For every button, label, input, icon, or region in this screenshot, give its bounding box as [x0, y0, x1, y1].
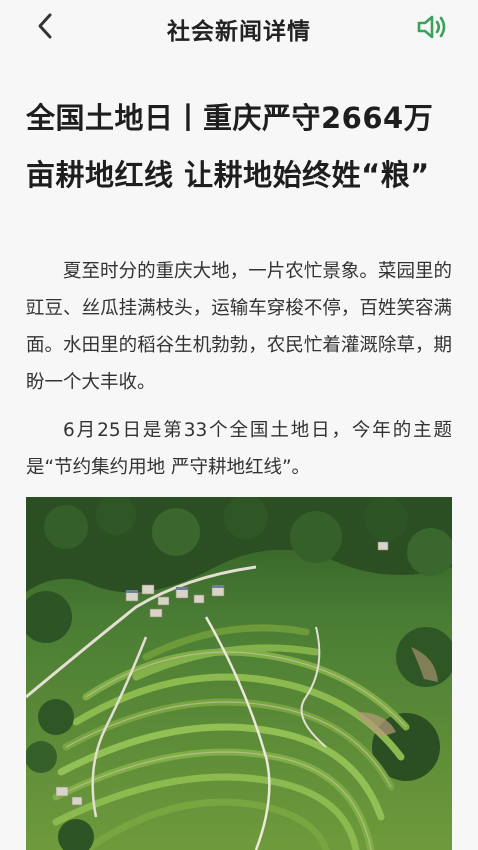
article-paragraph: 夏至时分的重庆大地，一片农忙景象。菜园里的豇豆、丝瓜挂满枝头，运输车穿梭不停，百… — [26, 261, 452, 393]
article-headline: 全国土地日丨重庆严守2664万亩耕地红线 让耕地始终姓“粮” — [26, 101, 434, 192]
article-paragraph: 6月25日是第33个全国土地日，今年的主题是“节约集约用地 严守耕地红线”。 — [26, 420, 452, 478]
speaker-icon — [417, 15, 446, 39]
terraced-fields-image — [26, 497, 452, 850]
page-title: 社会新闻详情 — [167, 19, 311, 45]
read-aloud-button[interactable] — [414, 11, 450, 43]
article-photo — [26, 497, 452, 850]
top-bar: 社会新闻详情 — [0, 0, 478, 54]
